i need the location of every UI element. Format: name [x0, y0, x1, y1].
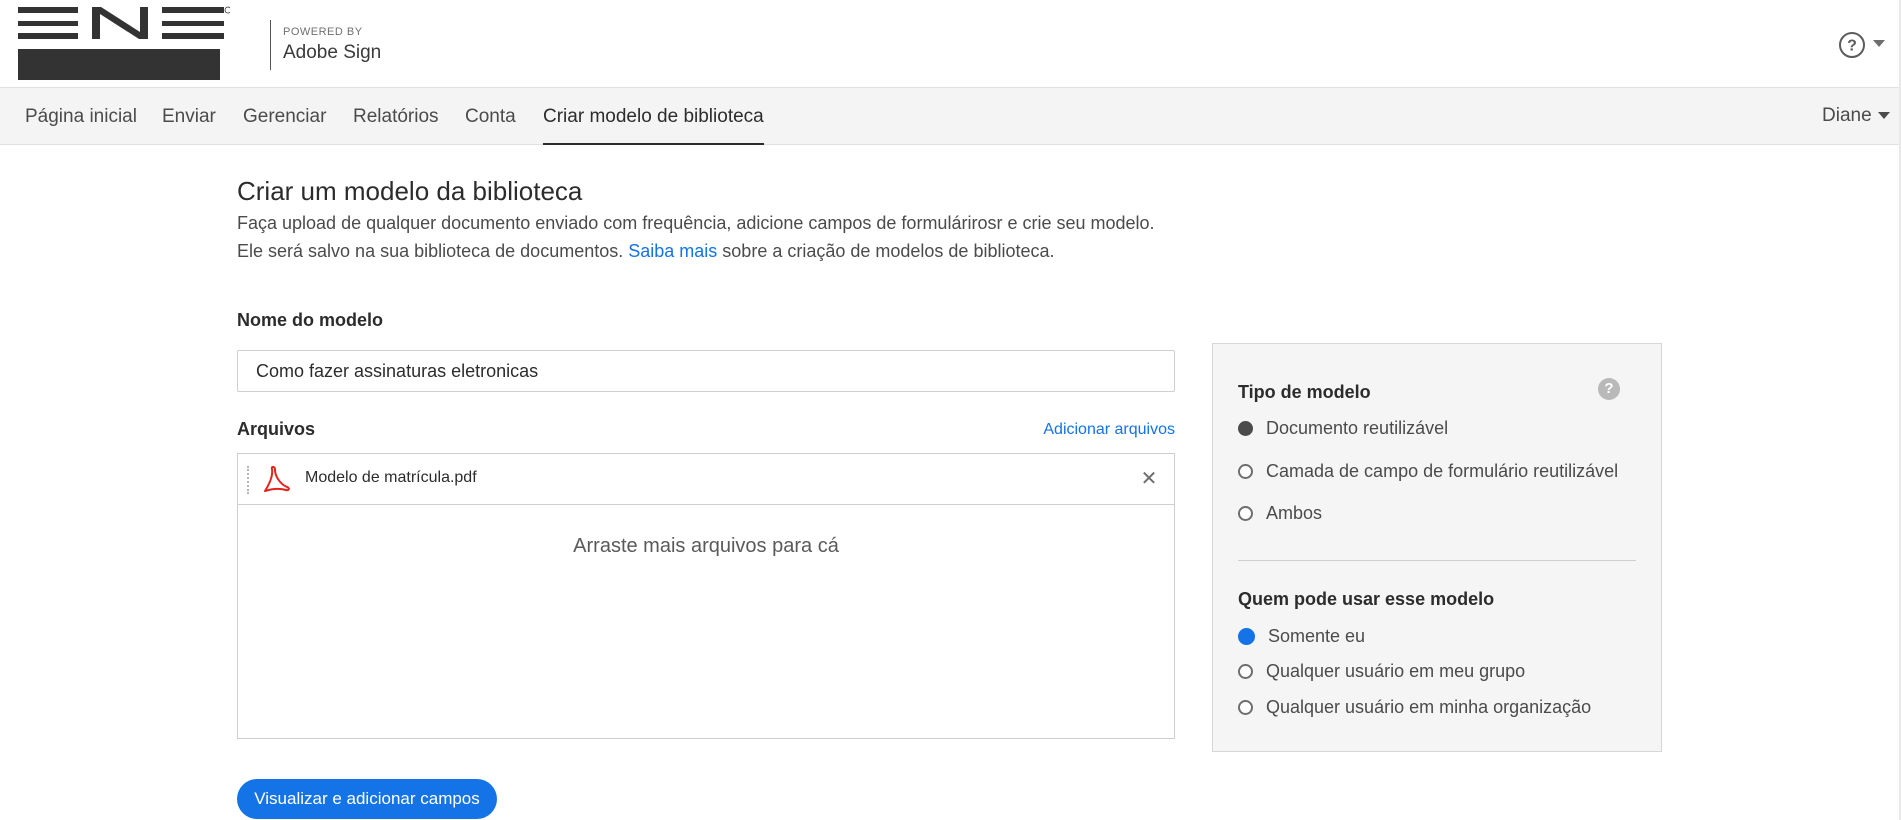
radio-my-group[interactable]: Qualquer usuário em meu grupo	[1238, 659, 1525, 683]
template-options-panel: Tipo de modelo ? Documento reutilizável …	[1212, 343, 1662, 752]
radio-label: Documento reutilizável	[1266, 417, 1449, 438]
help-circle-icon[interactable]: ?	[1598, 378, 1620, 400]
radio-my-organization[interactable]: Qualquer usuário em minha organização	[1238, 695, 1591, 719]
brand-name: Adobe Sign	[283, 42, 382, 63]
help-circle-icon[interactable]: ?	[1838, 31, 1866, 59]
nav-item-send[interactable]: Enviar	[162, 88, 216, 145]
page-description-line1: Faça upload de qualquer documento enviad…	[237, 213, 1155, 233]
file-name: Modelo de matrícula.pdf	[305, 469, 477, 486]
radio-label: Qualquer usuário em minha organização	[1266, 696, 1592, 717]
radio-selected-icon	[1238, 627, 1255, 645]
radio-unselected-icon	[1238, 663, 1253, 679]
radio-label: Camada de campo de formulário reutilizáv…	[1266, 460, 1619, 481]
radio-label: Qualquer usuário em meu grupo	[1266, 660, 1526, 681]
files-dropzone[interactable]: Modelo de matrícula.pdf ✕ Arraste mais a…	[237, 453, 1175, 739]
radio-reusable-document[interactable]: Documento reutilizável	[1238, 416, 1448, 440]
help-menu-caret-icon[interactable]	[1873, 40, 1885, 47]
nav-item-reports[interactable]: Relatórios	[353, 88, 439, 145]
close-icon[interactable]: ✕	[1138, 468, 1160, 490]
radio-unselected-icon	[1238, 699, 1253, 715]
radio-unselected-icon	[1238, 463, 1253, 479]
file-row: Modelo de matrícula.pdf ✕	[238, 454, 1174, 505]
radio-label: Somente eu	[1268, 625, 1366, 646]
page-title: Criar um modelo da biblioteca	[237, 176, 583, 206]
preview-add-fields-button[interactable]: Visualizar e adicionar campos	[237, 779, 497, 819]
files-label: Arquivos	[237, 419, 316, 439]
panel-divider	[1238, 560, 1636, 561]
nav-item-manage[interactable]: Gerenciar	[243, 88, 326, 145]
template-name-label: Nome do modelo	[237, 310, 384, 330]
company-logo	[18, 6, 230, 80]
page-description-line2: Ele será salvo na sua biblioteca de docu…	[237, 241, 1055, 262]
powered-by-text: POWERED BY	[283, 26, 363, 38]
who-can-use-label: Quem pode usar esse modelo	[1238, 589, 1495, 609]
description-text-before: Ele será salvo na sua biblioteca de docu…	[237, 241, 629, 261]
radio-unselected-icon	[1238, 505, 1253, 521]
dropzone-hint: Arraste mais arquivos para cá	[573, 535, 839, 557]
drag-handle-icon[interactable]	[247, 466, 250, 494]
header: POWERED BY Adobe Sign ?	[0, 0, 1901, 88]
add-files-link[interactable]: Adicionar arquivos	[1043, 421, 1175, 439]
radio-label: Ambos	[1266, 502, 1323, 523]
radio-reusable-form-field-layer[interactable]: Camada de campo de formulário reutilizáv…	[1238, 459, 1618, 483]
main-nav: Página inicial Enviar Gerenciar Relatóri…	[0, 88, 1901, 145]
template-name-input[interactable]	[237, 350, 1175, 392]
radio-both[interactable]: Ambos	[1238, 501, 1322, 525]
chevron-down-icon	[1877, 112, 1890, 120]
radio-selected-icon	[1238, 420, 1253, 436]
pdf-icon	[264, 465, 290, 492]
user-menu[interactable]: Diane	[1822, 88, 1890, 145]
description-text-after: sobre a criação de modelos de biblioteca…	[717, 241, 1055, 261]
learn-more-link[interactable]: Saiba mais	[628, 241, 717, 261]
radio-only-me[interactable]: Somente eu	[1238, 624, 1365, 648]
template-type-label: Tipo de modelo	[1238, 382, 1371, 402]
svg-text:?: ?	[1847, 38, 1857, 55]
nav-item-account[interactable]: Conta	[465, 88, 516, 145]
powered-by-block: POWERED BY Adobe Sign	[270, 20, 381, 70]
nav-item-create-library-template[interactable]: Criar modelo de biblioteca	[543, 88, 764, 145]
user-name: Diane	[1822, 105, 1872, 126]
nav-item-home[interactable]: Página inicial	[25, 88, 137, 145]
